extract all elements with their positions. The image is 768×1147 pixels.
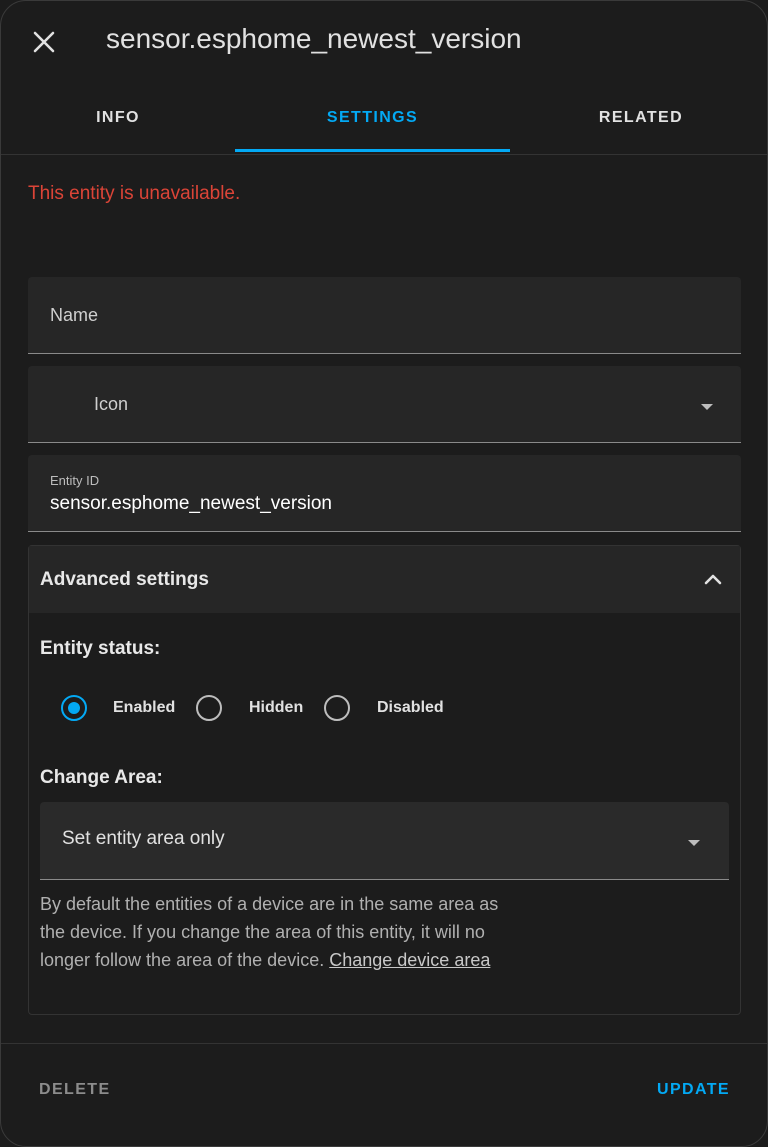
- area-mode-select[interactable]: Set entity area only: [40, 802, 729, 880]
- entity-id-value: sensor.esphome_newest_version: [50, 493, 333, 514]
- radio-disabled-label[interactable]: Disabled: [377, 699, 444, 717]
- icon-field-label: Icon: [94, 394, 129, 414]
- update-button[interactable]: UPDATE: [657, 1081, 730, 1099]
- entity-id-field[interactable]: Entity ID sensor.esphome_newest_version: [28, 455, 741, 532]
- entity-id-label: Entity ID: [50, 473, 100, 488]
- radio-enabled-label[interactable]: Enabled: [113, 699, 175, 717]
- unavailable-warning: This entity is unavailable.: [28, 183, 241, 204]
- dropdown-arrow-icon: [701, 404, 713, 410]
- radio-hidden-label[interactable]: Hidden: [249, 699, 303, 717]
- active-tab-indicator: [235, 149, 510, 152]
- tab-bar: INFO SETTINGS RELATED: [1, 83, 767, 155]
- area-mode-value: Set entity area only: [62, 828, 225, 849]
- tab-related[interactable]: RELATED: [510, 83, 767, 153]
- icon-picker[interactable]: Icon: [28, 366, 741, 443]
- radio-disabled[interactable]: [324, 695, 350, 721]
- close-button[interactable]: [23, 21, 65, 63]
- advanced-settings-toggle[interactable]: Advanced settings: [29, 546, 740, 613]
- footer-divider: [1, 1043, 767, 1044]
- advanced-settings-panel: Advanced settings Entity status: Enabled…: [28, 545, 741, 1015]
- dropdown-arrow-icon: [688, 840, 700, 846]
- name-field-label: Name: [50, 305, 99, 325]
- chevron-up-icon: [704, 574, 722, 585]
- tab-info[interactable]: INFO: [1, 83, 235, 153]
- change-device-area-link[interactable]: Change device area: [329, 950, 490, 970]
- area-helper-tail: device.: [267, 950, 325, 970]
- advanced-settings-title: Advanced settings: [40, 569, 209, 590]
- area-helper-text: By default the entities of a device are …: [40, 890, 510, 974]
- close-icon: [33, 31, 55, 53]
- entity-settings-dialog: sensor.esphome_newest_version INFO SETTI…: [0, 0, 768, 1147]
- change-area-label: Change Area:: [40, 767, 163, 788]
- radio-enabled[interactable]: [61, 695, 87, 721]
- entity-status-label: Entity status:: [40, 638, 161, 659]
- dialog-title: sensor.esphome_newest_version: [106, 23, 522, 54]
- dialog-header: sensor.esphome_newest_version: [1, 1, 767, 83]
- delete-button[interactable]: DELETE: [39, 1081, 111, 1099]
- tab-settings[interactable]: SETTINGS: [235, 83, 510, 153]
- name-field[interactable]: Name: [28, 277, 741, 354]
- radio-hidden[interactable]: [196, 695, 222, 721]
